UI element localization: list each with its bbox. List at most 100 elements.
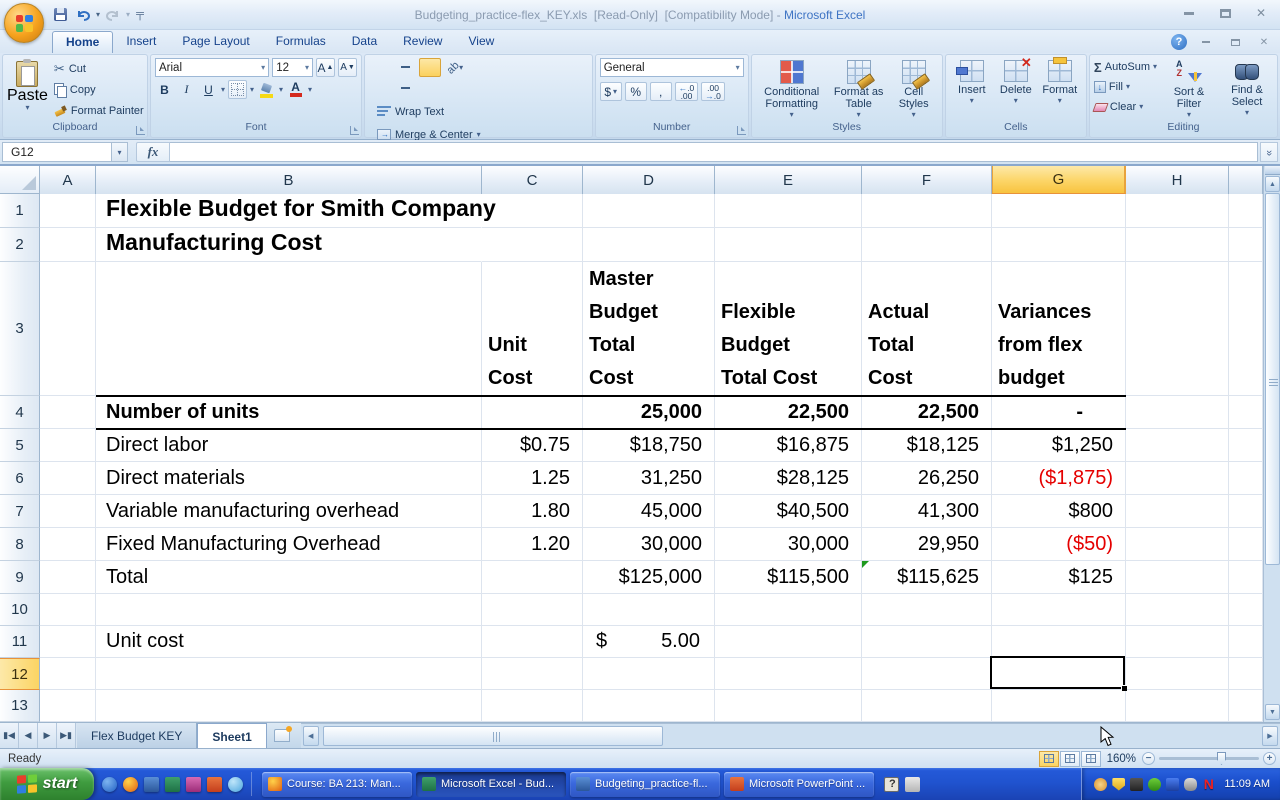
cell-C5[interactable]: $0.75 <box>482 429 583 462</box>
fill-color-button[interactable] <box>257 80 276 99</box>
bottom-align-button[interactable] <box>419 58 441 77</box>
next-sheet-button[interactable]: ▶ <box>38 723 57 748</box>
cell-H1[interactable] <box>1126 194 1229 228</box>
workbook-close-button[interactable]: ✕ <box>1254 36 1274 49</box>
vertical-scrollbar[interactable]: ▲ ▼ <box>1263 166 1280 722</box>
formula-input[interactable] <box>170 142 1258 162</box>
cell-A8[interactable] <box>40 528 96 561</box>
start-button[interactable]: start <box>0 768 94 800</box>
cell-C8[interactable]: 1.20 <box>482 528 583 561</box>
insert-function-button[interactable]: fx <box>136 142 170 162</box>
restore-button[interactable] <box>1212 5 1238 21</box>
cell-x2[interactable] <box>1229 228 1263 262</box>
cell-E9[interactable]: $115,500 <box>715 561 862 594</box>
scroll-right-button[interactable]: ▶ <box>1262 726 1278 746</box>
word-icon[interactable] <box>144 776 159 792</box>
split-box[interactable] <box>1265 166 1280 175</box>
last-sheet-button[interactable]: ▶▮ <box>57 723 76 748</box>
insert-cells-button[interactable]: Insert ▾ <box>950 58 994 121</box>
tab-formulas[interactable]: Formulas <box>263 31 339 53</box>
scroll-left-button[interactable]: ◀ <box>302 726 319 746</box>
orientation-button[interactable]: ab ▾ <box>444 58 466 77</box>
cell-D4[interactable]: 25,000 <box>583 396 715 429</box>
cell-C7[interactable]: 1.80 <box>482 495 583 528</box>
expand-formula-bar-button[interactable]: » <box>1260 142 1278 162</box>
cell-H7[interactable] <box>1126 495 1229 528</box>
scroll-up-button[interactable]: ▲ <box>1265 176 1280 192</box>
cell-G13[interactable] <box>992 690 1126 722</box>
cell-x13[interactable] <box>1229 690 1263 722</box>
font-dialog-launcher[interactable] <box>350 126 359 135</box>
borders-button[interactable] <box>228 80 248 99</box>
cell-H8[interactable] <box>1126 528 1229 561</box>
normal-view-button[interactable] <box>1038 750 1059 767</box>
cell-H9[interactable] <box>1126 561 1229 594</box>
cell-G8[interactable]: ($50) <box>992 528 1126 561</box>
row-header-11[interactable]: 11 <box>0 626 40 658</box>
page-layout-view-button[interactable] <box>1059 750 1080 767</box>
cell-E8[interactable]: 30,000 <box>715 528 862 561</box>
cell-H4[interactable] <box>1126 396 1229 429</box>
zoom-out-button[interactable]: − <box>1142 752 1155 765</box>
sheet-tab-sheet1[interactable]: Sheet1 <box>197 723 267 748</box>
cell-H10[interactable] <box>1126 594 1229 626</box>
tab-review[interactable]: Review <box>390 31 455 53</box>
cell-D11[interactable]: $5.00 <box>583 626 715 658</box>
cell-C9[interactable] <box>482 561 583 594</box>
cell-F10[interactable] <box>862 594 992 626</box>
cell-F1[interactable] <box>862 194 992 228</box>
conditional-formatting-button[interactable]: Conditional Formatting ▾ <box>756 58 828 121</box>
column-header-A[interactable]: A <box>40 166 96 194</box>
row-header-1[interactable]: 1 <box>0 194 40 228</box>
cell-B12[interactable] <box>96 658 482 690</box>
cell-H13[interactable] <box>1126 690 1229 722</box>
office-button[interactable] <box>4 3 44 43</box>
workbook-restore-button[interactable] <box>1225 36 1245 49</box>
bold-button[interactable]: B <box>155 80 174 99</box>
cell-C3[interactable]: Unit Cost <box>482 262 583 396</box>
insert-worksheet-button[interactable] <box>267 723 297 748</box>
italic-button[interactable]: I <box>177 80 196 99</box>
input-language-icon[interactable] <box>884 776 899 792</box>
cell-x3[interactable] <box>1229 262 1263 396</box>
number-format-select[interactable]: General ▾ <box>599 58 744 77</box>
autosum-button[interactable]: Σ AutoSum ▾ <box>1094 58 1157 76</box>
shield-icon[interactable] <box>1112 777 1126 791</box>
cell-E13[interactable] <box>715 690 862 722</box>
cell-H2[interactable] <box>1126 228 1229 262</box>
redo-dropdown[interactable]: ▾ <box>126 10 130 19</box>
column-header-H[interactable]: H <box>1126 166 1229 194</box>
accounting-format-button[interactable]: $ ▾ <box>599 82 622 101</box>
copy-button[interactable]: Copy <box>52 79 146 100</box>
task-button-microsoft-powerpoint[interactable]: Microsoft PowerPoint ... <box>724 771 874 797</box>
cell-G9[interactable]: $125 <box>992 561 1126 594</box>
cell-A5[interactable] <box>40 429 96 462</box>
cell-G5[interactable]: $1,250 <box>992 429 1126 462</box>
zoom-in-button[interactable]: + <box>1263 752 1276 765</box>
format-cells-button[interactable]: Format ▾ <box>1038 57 1082 121</box>
zoom-track[interactable] <box>1159 752 1259 765</box>
cell-H12[interactable] <box>1126 658 1229 690</box>
row-header-5[interactable]: 5 <box>0 429 40 462</box>
outlook-icon[interactable] <box>207 776 222 792</box>
cell-x7[interactable] <box>1229 495 1263 528</box>
cell-E4[interactable]: 22,500 <box>715 396 862 429</box>
sort-filter-button[interactable]: A Z Sort & Filter ▾ <box>1163 58 1215 121</box>
cell-C12[interactable] <box>482 658 583 690</box>
column-header-G[interactable]: G <box>992 166 1126 194</box>
netsupport-icon[interactable]: N <box>1202 777 1215 791</box>
cell-F13[interactable] <box>862 690 992 722</box>
volume-icon[interactable] <box>1094 777 1108 791</box>
previous-sheet-button[interactable]: ◀ <box>19 723 38 748</box>
scroll-down-button[interactable]: ▼ <box>1265 704 1280 720</box>
cell-E1[interactable] <box>715 194 862 228</box>
row-header-9[interactable]: 9 <box>0 561 40 594</box>
cell-B8[interactable]: Fixed Manufacturing Overhead <box>96 528 482 561</box>
cell-B11[interactable]: Unit cost <box>96 626 482 658</box>
cell-B1[interactable]: Flexible Budget for Smith Company <box>96 194 496 228</box>
cell-E11[interactable] <box>715 626 862 658</box>
cell-F5[interactable]: $18,125 <box>862 429 992 462</box>
clipboard-dialog-launcher[interactable] <box>136 126 145 135</box>
font-name-select[interactable]: Arial ▾ <box>155 58 270 77</box>
firefox-icon[interactable] <box>123 776 138 792</box>
